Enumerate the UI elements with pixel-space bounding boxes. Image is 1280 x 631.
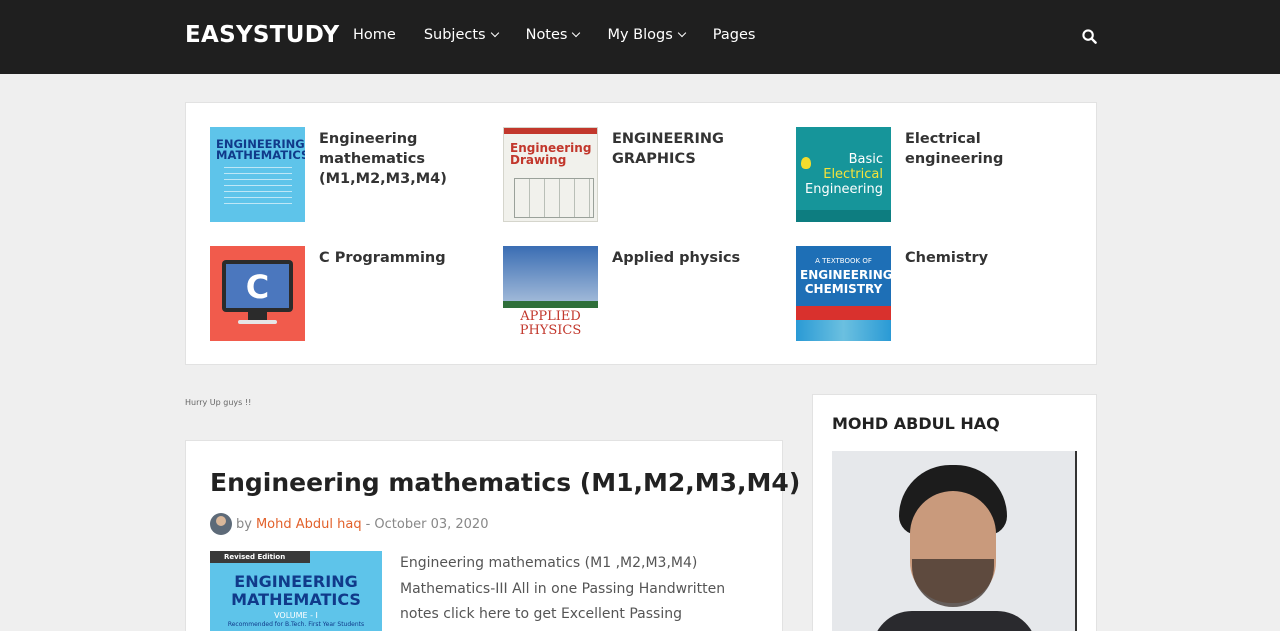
thumb-decoration xyxy=(224,167,292,207)
nav-pages-label: Pages xyxy=(712,27,756,43)
author-avatar[interactable] xyxy=(210,513,232,535)
photo-part xyxy=(872,611,1037,631)
by-label: by xyxy=(236,516,252,532)
featured-item[interactable]: ENGINEERING MATHEMATICS Engineering mathe… xyxy=(210,127,479,222)
featured-item[interactable]: C C Programming xyxy=(210,246,479,341)
thumb-photo xyxy=(503,246,598,301)
post-date: - October 03, 2020 xyxy=(365,516,489,532)
announcement-text: Hurry Up guys !! xyxy=(185,398,252,407)
featured-posts: ENGINEERING MATHEMATICS Engineering mathe… xyxy=(185,102,1097,365)
featured-item[interactable]: APPLIED PHYSICS Applied physics xyxy=(503,246,772,341)
chevron-down-icon xyxy=(490,28,499,38)
thumb-decoration xyxy=(503,301,598,308)
site-logo[interactable]: EASYSTUDY xyxy=(185,22,339,48)
featured-item-title[interactable]: Electrical engineering xyxy=(905,129,1080,222)
thumb-banner xyxy=(504,128,597,134)
nav-notes[interactable]: Notes xyxy=(525,27,581,43)
book-cover-thumbnail[interactable]: A TEXTBOOK OF ENGINEERING CHEMISTRY xyxy=(796,246,891,341)
main-nav: Home Subjects Notes My Blogs Pages xyxy=(353,27,783,43)
profile-photo xyxy=(832,451,1077,631)
monitor-stand xyxy=(248,312,267,320)
featured-item-title[interactable]: ENGINEERING GRAPHICS xyxy=(612,129,772,222)
thumb-volume: VOLUME - I xyxy=(274,611,318,620)
thumb-text: APPLIED PHYSICS xyxy=(519,309,582,338)
featured-item[interactable]: A TEXTBOOK OF ENGINEERING CHEMISTRY Chemis… xyxy=(796,246,1065,341)
author-link[interactable]: Mohd Abdul haq xyxy=(256,517,362,532)
featured-item[interactable]: Engineering Drawing ENGINEERING GRAPHICS xyxy=(503,127,772,222)
thumb-note: Recommended for B.Tech. First Year Stude… xyxy=(227,621,365,628)
thumb-text: Engineering Drawing xyxy=(510,141,592,167)
thumb-decoration xyxy=(514,178,594,218)
nav-my-blogs-label: My Blogs xyxy=(607,27,673,43)
thumb-text: C xyxy=(245,268,270,306)
book-cover-thumbnail[interactable]: ENGINEERING MATHEMATICS xyxy=(210,127,305,222)
thumb-decoration xyxy=(796,210,891,222)
chevron-down-icon xyxy=(677,28,687,38)
thumb-photo xyxy=(796,320,891,341)
nav-notes-label: Notes xyxy=(525,27,568,43)
top-navbar: EASYSTUDY Home Subjects Notes My Blogs P… xyxy=(0,0,1280,74)
featured-item[interactable]: Basic Electrical Engineering Electrical en… xyxy=(796,127,1080,222)
thumb-edition: Revised Edition xyxy=(210,551,310,563)
featured-item-title[interactable]: C Programming xyxy=(319,248,479,341)
chevron-down-icon xyxy=(572,28,581,38)
featured-item-title[interactable]: Chemistry xyxy=(905,248,1065,341)
widget-title: MOHD ABDUL HAQ xyxy=(832,414,1000,433)
nav-subjects[interactable]: Subjects xyxy=(423,27,499,43)
featured-item-title[interactable]: Applied physics xyxy=(612,248,772,341)
thumb-decoration xyxy=(796,306,891,320)
nav-home-label: Home xyxy=(353,27,396,43)
post-title[interactable]: Engineering mathematics (M1,M2,M3,M4) xyxy=(210,468,800,497)
profile-widget: MOHD ABDUL HAQ xyxy=(812,394,1097,631)
thumb-text: A TEXTBOOK OF ENGINEERING CHEMISTRY xyxy=(800,257,891,296)
book-cover-thumbnail[interactable]: Engineering Drawing xyxy=(503,127,598,222)
featured-item-title[interactable]: Engineering mathematics (M1,M2,M3,M4) xyxy=(319,129,479,222)
nav-my-blogs[interactable]: My Blogs xyxy=(607,27,687,43)
book-cover-thumbnail[interactable]: Basic Electrical Engineering xyxy=(796,127,891,222)
nav-home[interactable]: Home xyxy=(353,27,396,43)
nav-pages[interactable]: Pages xyxy=(713,27,756,43)
search-icon[interactable] xyxy=(1082,29,1097,44)
thumb-text: ENGINEERING MATHEMATICS xyxy=(216,137,305,162)
monitor-base xyxy=(238,320,277,324)
book-cover-thumbnail[interactable]: APPLIED PHYSICS xyxy=(503,246,598,341)
thumb-text: Basic Electrical Engineering xyxy=(805,152,883,197)
photo-part xyxy=(912,559,994,607)
book-cover-thumbnail[interactable]: C xyxy=(210,246,305,341)
nav-subjects-label: Subjects xyxy=(423,27,486,43)
post-card: Engineering mathematics (M1,M2,M3,M4) by… xyxy=(185,440,800,631)
thumb-text: ENGINEERING MATHEMATICS xyxy=(231,572,361,609)
post-meta: by Mohd Abdul haq - October 03, 2020 xyxy=(210,513,488,535)
post-excerpt: Engineering mathematics (M1 ,M2,M3,M4) M… xyxy=(400,555,726,622)
post-thumbnail[interactable]: Revised Edition ENGINEERING MATHEMATICS V… xyxy=(210,551,382,631)
